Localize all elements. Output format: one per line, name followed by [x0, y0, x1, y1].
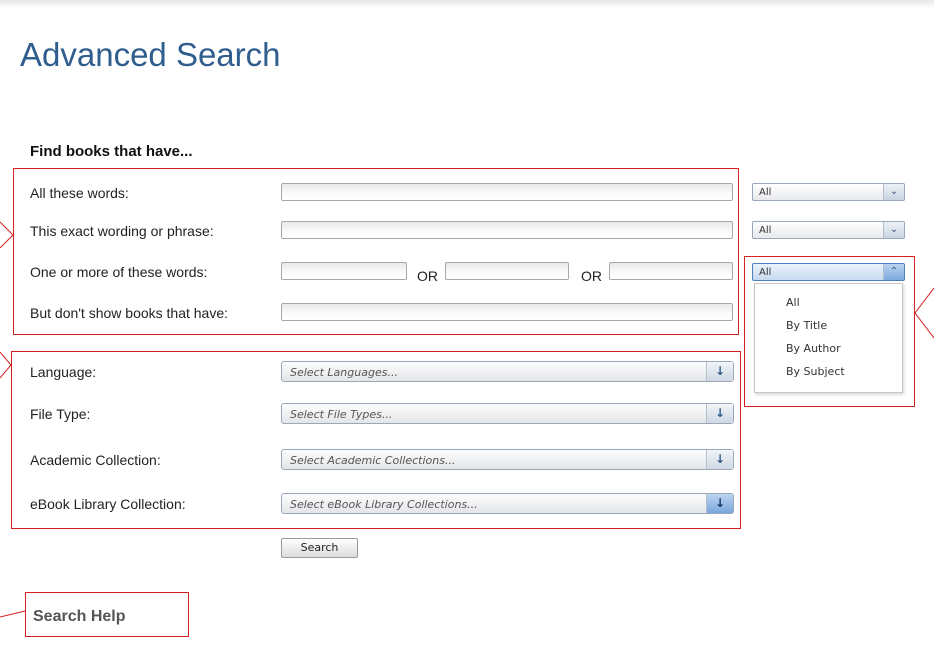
- academic-collection-placeholder: Select Academic Collections...: [290, 454, 456, 467]
- all-words-input[interactable]: [281, 183, 733, 201]
- arrow-down-icon: ↓: [706, 450, 733, 469]
- language-select[interactable]: Select Languages... ↓: [281, 361, 734, 382]
- language-placeholder: Select Languages...: [290, 366, 398, 379]
- all-words-label: All these words:: [30, 185, 129, 201]
- callout-keywords: [0, 221, 14, 249]
- all-words-scope-select[interactable]: All ⌄: [752, 183, 905, 201]
- any-words-scope-value: All: [759, 267, 772, 278]
- search-button[interactable]: Search: [281, 538, 358, 558]
- callout-scope: [914, 287, 934, 339]
- scope-option-by-subject[interactable]: By Subject: [786, 365, 845, 378]
- exact-phrase-label: This exact wording or phrase:: [30, 223, 214, 239]
- any-words-input-1[interactable]: [281, 262, 407, 280]
- exact-phrase-scope-value: All: [759, 225, 772, 236]
- ebook-library-collection-select[interactable]: Select eBook Library Collections... ↓: [281, 493, 734, 514]
- or-label-2: OR: [581, 268, 602, 284]
- arrow-down-icon: ↓: [706, 494, 733, 513]
- scope-option-all[interactable]: All: [786, 296, 800, 309]
- callout-filters: [0, 351, 12, 379]
- exact-phrase-scope-select[interactable]: All ⌄: [752, 221, 905, 239]
- any-words-input-2[interactable]: [445, 262, 569, 280]
- academic-collection-label: Academic Collection:: [30, 452, 161, 468]
- academic-collection-select[interactable]: Select Academic Collections... ↓: [281, 449, 734, 470]
- callout-help: [0, 610, 26, 618]
- file-type-placeholder: Select File Types...: [290, 408, 393, 421]
- file-type-select[interactable]: Select File Types... ↓: [281, 403, 734, 424]
- exact-phrase-input[interactable]: [281, 221, 733, 239]
- or-label-1: OR: [417, 268, 438, 284]
- search-help-link[interactable]: Search Help: [33, 608, 125, 626]
- ebook-library-collection-placeholder: Select eBook Library Collections...: [290, 498, 478, 511]
- double-chevron-down-icon: ⌄: [883, 184, 904, 200]
- scope-option-by-title[interactable]: By Title: [786, 319, 827, 332]
- any-words-label: One or more of these words:: [30, 264, 208, 280]
- file-type-label: File Type:: [30, 406, 91, 422]
- scope-option-by-author[interactable]: By Author: [786, 342, 841, 355]
- double-chevron-down-icon: ⌄: [883, 222, 904, 238]
- exclude-words-label: But don't show books that have:: [30, 305, 229, 321]
- ebook-library-collection-label: eBook Library Collection:: [30, 496, 186, 512]
- double-chevron-up-icon: ⌃: [883, 264, 904, 280]
- scope-dropdown-list: All By Title By Author By Subject: [754, 283, 903, 393]
- arrow-down-icon: ↓: [706, 404, 733, 423]
- exclude-words-input[interactable]: [281, 303, 733, 321]
- any-words-input-3[interactable]: [609, 262, 733, 280]
- language-label: Language:: [30, 364, 97, 380]
- any-words-scope-select[interactable]: All ⌃: [752, 263, 905, 281]
- arrow-down-icon: ↓: [706, 362, 733, 381]
- all-words-scope-value: All: [759, 187, 772, 198]
